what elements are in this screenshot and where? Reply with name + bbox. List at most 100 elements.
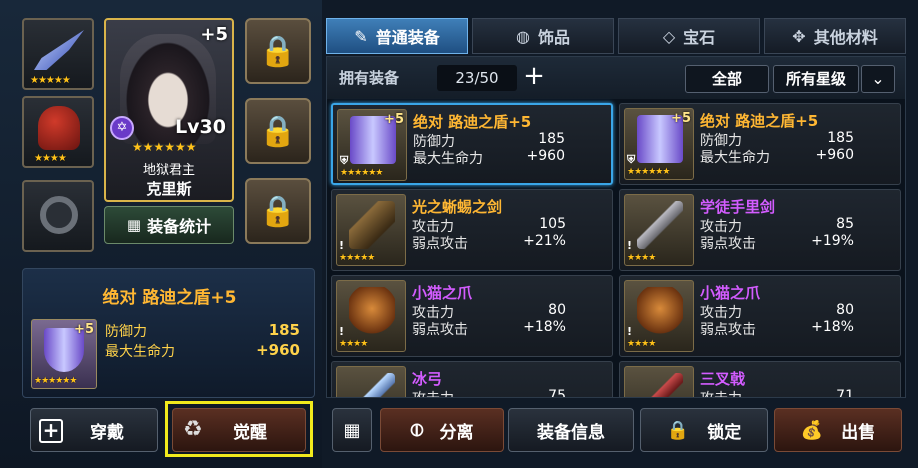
equip-stats-button[interactable]: ▦ 装备统计 xyxy=(104,206,234,244)
ring-icon: ◍ xyxy=(516,26,530,46)
equip-stats-label: 装备统计 xyxy=(147,217,212,236)
detail-stat2-value: +960 xyxy=(256,341,300,359)
tab-accessories[interactable]: ◍ 饰品 xyxy=(472,18,614,54)
item-stat2-value: +960 xyxy=(815,147,854,163)
detail-stat2-label: 最大生命力 xyxy=(105,344,175,360)
locked-slot-3[interactable]: 🔒 xyxy=(245,178,311,244)
item-name: 三叉戟 xyxy=(700,370,746,388)
item-name: 光之蜥蜴之剑 xyxy=(412,198,503,216)
item-card[interactable]: ! ★★★★ 小猫之爪 攻击力 80 弱点攻击 +18% xyxy=(331,275,613,357)
tab-other-materials[interactable]: ✥ 其他材料 xyxy=(764,18,906,54)
wear-button[interactable]: + 穿戴 xyxy=(30,408,158,452)
item-card[interactable]: +5 ⛨ ★★★★★★ 绝对 路迪之盾+5 防御力 185 最大生命力 +960 xyxy=(619,103,901,185)
item-card[interactable]: 三叉戟攻击力 71 xyxy=(619,361,901,398)
item-thumb: ! ★★★★ xyxy=(624,280,694,352)
plus-icon: + xyxy=(39,419,63,443)
expand-capacity-button[interactable]: + xyxy=(521,63,547,91)
detail-title: 绝对 路迪之盾+5 xyxy=(102,288,237,308)
sword-icon xyxy=(34,30,84,70)
tab-gems[interactable]: ◇ 宝石 xyxy=(618,18,760,54)
weapon-slot[interactable]: ★★★★★ xyxy=(22,18,94,90)
ring-slot[interactable] xyxy=(22,180,94,252)
equipment-info-button[interactable]: 装备信息 xyxy=(508,408,634,452)
item-stars: ★★★★ xyxy=(339,339,368,349)
class-emblem-icon: ✡ xyxy=(110,116,134,140)
item-thumb: +5 ⛨ ★★★★★★ xyxy=(337,109,407,181)
item-thumb: ! ★★★★ xyxy=(336,280,406,352)
awaken-button[interactable]: ♻ 觉醒 xyxy=(172,408,306,452)
awaken-icon: ♻ xyxy=(183,417,203,442)
item-stat2-label: 弱点攻击 xyxy=(412,322,468,338)
item-stat2-value: +960 xyxy=(526,148,565,164)
sell-label: 出售 xyxy=(841,422,876,443)
sword-icon xyxy=(349,201,395,249)
item-plus: +5 xyxy=(671,111,691,126)
item-type-badge: ! xyxy=(627,325,633,338)
item-name: 绝对 路迪之盾+5 xyxy=(700,112,819,130)
slot-stars: ★★★★ xyxy=(34,153,67,164)
filter-all-dropdown[interactable]: 全部 xyxy=(685,65,769,93)
sell-button[interactable]: 💰 出售 xyxy=(774,408,902,452)
item-stat1-value: 71 xyxy=(836,388,854,398)
gem-icon: ◇ xyxy=(662,26,676,46)
lock-button[interactable]: 🔒 锁定 xyxy=(640,408,768,452)
item-thumb: ! ★★★★★ xyxy=(336,194,406,266)
item-type-badge: ! xyxy=(339,325,345,338)
detail-stars: ★★★★★★ xyxy=(34,376,77,386)
item-stat2-label: 弱点攻击 xyxy=(700,236,756,252)
grid-view-button[interactable]: ▦ xyxy=(332,408,372,452)
item-card[interactable]: ! ★★★★ 小猫之爪 攻击力 80 弱点攻击 +18% xyxy=(619,275,901,357)
item-card[interactable]: ! ★★★★ 学徒手里剑 攻击力 85 弱点攻击 +19% xyxy=(619,189,901,271)
chevron-down-icon[interactable]: ⌄ xyxy=(861,65,895,93)
item-name: 小猫之爪 xyxy=(412,284,473,302)
hero-title: 地狱君主 xyxy=(142,163,195,178)
item-name: 冰弓 xyxy=(412,370,443,388)
split-button[interactable]: ⦶ 分离 xyxy=(380,408,504,452)
item-stat1-value: 185 xyxy=(827,130,854,146)
item-stat2-value: +18% xyxy=(523,319,566,335)
materials-icon: ✥ xyxy=(792,26,806,46)
hero-plus: +5 xyxy=(200,24,228,45)
armor-slot[interactable]: ★★★★ xyxy=(22,96,94,168)
detail-stat1-label: 防御力 xyxy=(105,324,147,340)
item-stat1-label: 攻击力 xyxy=(412,388,454,397)
claw-icon xyxy=(637,287,683,335)
inventory-header: 拥有装备 23/50 + 全部 所有星级 ⌄ xyxy=(327,57,905,99)
item-stat1-value: 75 xyxy=(548,388,566,398)
locked-slot-2[interactable]: 🔒 xyxy=(245,98,311,164)
item-stat1-value: 185 xyxy=(538,131,565,147)
item-type-badge: ⛨ xyxy=(627,153,636,166)
lock-label: 锁定 xyxy=(707,422,742,443)
claw-icon xyxy=(349,287,395,335)
item-stat2-label: 最大生命力 xyxy=(700,150,770,166)
detail-plus: +5 xyxy=(74,322,94,337)
item-card[interactable]: ! ★★★★★ 光之蜥蜴之剑 攻击力 105 弱点攻击 +21% xyxy=(331,189,613,271)
item-stars: ★★★★ xyxy=(627,339,656,349)
item-stat2-label: 弱点攻击 xyxy=(412,236,468,252)
item-card[interactable]: 冰弓攻击力 75 xyxy=(331,361,613,398)
tab-label: 饰品 xyxy=(537,28,570,47)
feather-icon: ✎ xyxy=(354,26,368,46)
item-stars: ★★★★ xyxy=(627,253,656,263)
lock-icon: 🔒 xyxy=(259,193,297,229)
item-card[interactable]: +5 ⛨ ★★★★★★ 绝对 路迪之盾+5 防御力 185 最大生命力 +960 xyxy=(331,103,613,185)
item-stat1-value: 80 xyxy=(548,302,566,318)
hero-stars: ★★★★★★ xyxy=(132,140,197,154)
tab-normal-equipment[interactable]: ✎ 普通装备 xyxy=(326,18,468,54)
locked-slot-1[interactable]: 🔒 xyxy=(245,18,311,84)
item-thumb xyxy=(336,366,406,397)
item-thumb xyxy=(624,366,694,397)
split-label: 分离 xyxy=(439,422,474,443)
equipment-count: 23/50 xyxy=(437,65,517,91)
equipment-info-label: 装备信息 xyxy=(537,422,605,443)
hero-level: Lv30 xyxy=(175,116,226,138)
hero-name: 克里斯 xyxy=(146,180,192,198)
slot-stars: ★★★★★ xyxy=(30,75,71,86)
filter-stars-dropdown[interactable]: 所有星级 xyxy=(773,65,859,93)
item-detail-panel: 绝对 路迪之盾+5 +5 ★★★★★★ 防御力 185 最大生命力 +960 xyxy=(22,268,315,398)
item-stat2-value: +18% xyxy=(811,319,854,335)
lock-icon: 🔒 xyxy=(259,33,297,69)
lock-icon: 🔒 xyxy=(666,419,690,441)
inventory-panel: 拥有装备 23/50 + 全部 所有星级 ⌄ +5 ⛨ ★★★★★★ 绝对 路迪之盾+… xyxy=(326,56,906,398)
hero-portrait[interactable]: +5 ✡ Lv30 ★★★★★★ 地狱君主 克里斯 xyxy=(104,18,234,202)
